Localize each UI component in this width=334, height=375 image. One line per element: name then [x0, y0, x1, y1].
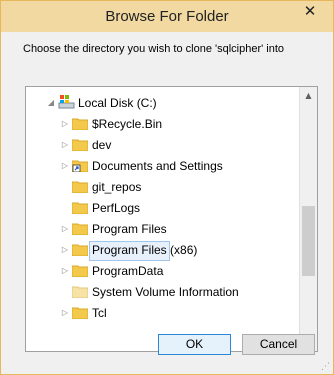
folder-icon: [72, 202, 88, 214]
ok-button[interactable]: OK: [158, 334, 231, 355]
tree-item-system-volume-information[interactable]: System Volume Information: [26, 282, 299, 302]
resize-grip-icon[interactable]: ⋰: [321, 362, 331, 372]
tree-item-label: Program Files (x86): [92, 243, 198, 257]
expand-icon[interactable]: ▷: [60, 307, 70, 319]
tree-item-label: ProgramData: [92, 264, 164, 278]
folder-icon: [72, 244, 88, 256]
folder-tree-content: ◢ Local Disk (C:) ▷ $Recycle.Bin ▷ dev ▷…: [26, 87, 299, 351]
drive-icon: [58, 95, 75, 109]
expand-icon[interactable]: ▷: [60, 223, 70, 235]
folder-icon: [72, 307, 88, 319]
scrollbar-thumb[interactable]: [302, 206, 315, 276]
dialog-client-area: Choose the directory you wish to clone '…: [8, 32, 326, 367]
tree-item-label: Program Files: [92, 222, 167, 236]
folder-icon: [72, 286, 88, 298]
folder-icon: [72, 265, 88, 277]
tree-item-label: Documents and Settings: [92, 159, 223, 173]
folder-icon: [72, 181, 88, 193]
folder-icon: [72, 139, 88, 151]
tree-item-label: PerfLogs: [92, 201, 141, 215]
tree-item-tcl[interactable]: ▷ Tcl: [26, 303, 299, 323]
folder-icon: [72, 223, 88, 235]
tree-item-documents-and-settings[interactable]: ▷ Documents and Settings: [26, 156, 299, 176]
expand-icon[interactable]: ▷: [60, 118, 70, 130]
cancel-button[interactable]: Cancel: [242, 334, 315, 355]
tree-item-label: dev: [92, 138, 112, 152]
tree-item-git-repos[interactable]: git_repos: [26, 177, 299, 197]
expand-icon[interactable]: ▷: [60, 244, 70, 256]
tree-item-label: Local Disk (C:): [78, 96, 157, 110]
shortcut-folder-icon: [72, 160, 88, 172]
scroll-up-icon[interactable]: ▲: [300, 87, 317, 104]
tree-item-label: Tcl: [92, 306, 107, 320]
browse-for-folder-dialog: Browse For Folder ✕ Choose the directory…: [0, 0, 334, 375]
tree-item-program-files[interactable]: ▷ Program Files: [26, 219, 299, 239]
dialog-prompt: Choose the directory you wish to clone '…: [23, 43, 285, 55]
tree-item-recycle-bin[interactable]: ▷ $Recycle.Bin: [26, 114, 299, 134]
tree-item-programdata[interactable]: ▷ ProgramData: [26, 261, 299, 281]
expand-icon[interactable]: ▷: [60, 265, 70, 277]
tree-item-dev[interactable]: ▷ dev: [26, 135, 299, 155]
tree-item-label: System Volume Information: [92, 285, 239, 299]
folder-icon: [72, 118, 88, 130]
tree-item-program-files-x86[interactable]: ▷ Program Files (x86): [26, 240, 299, 260]
folder-tree[interactable]: ◢ Local Disk (C:) ▷ $Recycle.Bin ▷ dev ▷…: [25, 86, 318, 352]
window-title: Browse For Folder: [105, 8, 229, 25]
tree-item-label: $Recycle.Bin: [92, 117, 163, 131]
expand-icon[interactable]: ▷: [60, 139, 70, 151]
tree-item-perflogs[interactable]: PerfLogs: [26, 198, 299, 218]
collapse-icon[interactable]: ◢: [46, 97, 56, 109]
tree-item-local-disk[interactable]: ◢ Local Disk (C:): [26, 93, 299, 113]
vertical-scrollbar[interactable]: ▲ ▼: [299, 87, 317, 351]
expand-icon[interactable]: ▷: [60, 160, 70, 172]
tree-item-label: git_repos: [92, 180, 142, 194]
close-button[interactable]: ✕: [295, 1, 325, 21]
title-bar[interactable]: Browse For Folder ✕: [1, 1, 333, 32]
